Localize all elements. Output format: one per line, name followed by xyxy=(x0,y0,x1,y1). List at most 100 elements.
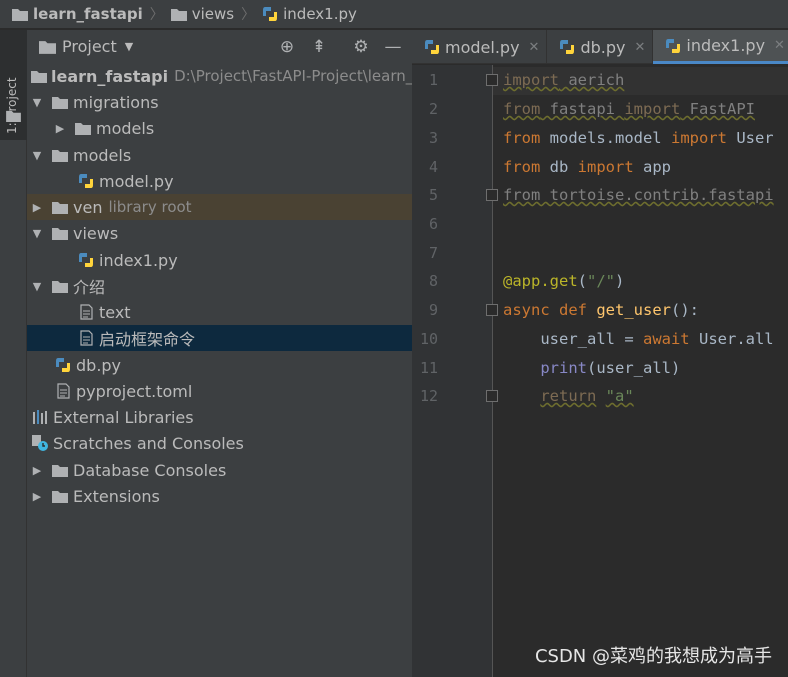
tree-item-model-py[interactable]: model.py xyxy=(27,168,412,194)
folder-icon xyxy=(51,461,69,479)
tree-item-extensions[interactable]: ▶ Extensions xyxy=(27,483,412,509)
code-line-1[interactable]: import aerich xyxy=(503,71,624,89)
python-file-icon xyxy=(77,251,95,269)
folder-icon xyxy=(12,8,28,21)
python-file-icon xyxy=(425,40,439,54)
tab-index1-py[interactable]: index1.py ✕ xyxy=(653,30,788,64)
breadcrumb: learn_fastapi 〉 views 〉 index1.py xyxy=(0,0,788,29)
fold-marker[interactable] xyxy=(486,189,498,201)
project-tool-label: 1: Project xyxy=(5,77,19,134)
python-file-icon xyxy=(77,172,95,190)
python-file-icon xyxy=(560,40,575,54)
editor-tabs: model.py ✕ db.py ✕ index1.py ✕ xyxy=(412,30,788,64)
close-icon[interactable]: ✕ xyxy=(529,40,540,55)
editor: model.py ✕ db.py ✕ index1.py ✕ 1 2 3 4 5… xyxy=(412,30,788,677)
folder-icon xyxy=(31,67,47,85)
folder-icon xyxy=(39,40,56,54)
code-line-5[interactable]: from tortoise.contrib.fastapi xyxy=(503,186,774,204)
tree-item-ven[interactable]: ▶ ven library root xyxy=(27,194,412,220)
tree-item-pyproject[interactable]: pyproject.toml xyxy=(27,378,412,404)
folder-icon xyxy=(6,110,21,122)
tool-window-strip: 1: Project xyxy=(0,30,27,677)
python-file-icon xyxy=(263,7,278,21)
tree-item-external-libraries[interactable]: External Libraries xyxy=(27,404,412,430)
code-line-9[interactable]: async def get_user(): xyxy=(503,301,699,319)
line-number: 10 xyxy=(419,330,438,348)
breadcrumb-item-index1[interactable]: index1.py xyxy=(262,5,357,23)
code-line-11[interactable]: print(user_all) xyxy=(503,359,680,377)
panel-title[interactable]: Project xyxy=(62,37,117,56)
text-file-icon xyxy=(77,303,95,321)
project-tool-tab[interactable]: 1: Project xyxy=(0,30,27,140)
line-number: 2 xyxy=(428,100,438,118)
expanded-arrow-icon[interactable]: ▼ xyxy=(31,280,43,293)
fold-guide xyxy=(492,65,493,677)
scratches-icon xyxy=(31,434,49,452)
folder-icon xyxy=(51,93,69,111)
tree-item-index1-py[interactable]: index1.py xyxy=(27,247,412,273)
code-line-3[interactable]: from models.model import User xyxy=(503,129,774,147)
tree-item-launch-commands[interactable]: 启动框架命令 xyxy=(27,325,412,351)
project-panel: Project ▼ ⊕ ⇞ ⚙ — learn_fastapi D:\Proje… xyxy=(27,30,436,677)
breadcrumb-separator: 〉 xyxy=(149,7,164,23)
code-line-4[interactable]: from db import app xyxy=(503,158,671,176)
expanded-arrow-icon[interactable]: ▼ xyxy=(31,96,43,109)
line-number: 5 xyxy=(428,186,438,204)
watermark: CSDN @菜鸡的我想成为高手 xyxy=(534,646,772,667)
collapsed-arrow-icon[interactable]: ▶ xyxy=(54,122,66,135)
tree-item-database-consoles[interactable]: ▶ Database Consoles xyxy=(27,457,412,483)
folder-icon xyxy=(51,487,69,505)
line-number: 6 xyxy=(428,215,438,233)
gear-icon[interactable]: ⚙ xyxy=(351,37,371,57)
tree-item-db-py[interactable]: db.py xyxy=(27,352,412,378)
tree-item-intro[interactable]: ▼ 介绍 xyxy=(27,273,412,299)
code-line-2[interactable]: from fastapi import FastAPI xyxy=(503,100,755,118)
code-line-10[interactable]: user_all = await User.all xyxy=(503,330,773,348)
tree-item-views[interactable]: ▼ views xyxy=(27,220,412,246)
hide-icon[interactable]: — xyxy=(383,37,403,57)
line-number: 12 xyxy=(419,387,438,405)
folder-icon xyxy=(51,277,69,295)
tree-item-migrations[interactable]: ▼ migrations xyxy=(27,89,412,115)
tree-item-learn-fastapi[interactable]: learn_fastapi D:\Project\FastAPI-Project… xyxy=(27,63,436,89)
tree-item-text[interactable]: text xyxy=(27,299,412,325)
line-number: 11 xyxy=(419,359,438,377)
expanded-arrow-icon[interactable]: ▼ xyxy=(31,149,43,162)
line-number: 9 xyxy=(428,301,438,319)
fold-marker[interactable] xyxy=(486,74,498,86)
collapsed-arrow-icon[interactable]: ▶ xyxy=(31,201,43,214)
text-file-icon xyxy=(54,382,72,400)
text-file-icon xyxy=(77,329,95,347)
tree-item-scratches[interactable]: Scratches and Consoles xyxy=(27,430,412,456)
view-dropdown-icon[interactable]: ▼ xyxy=(125,40,133,53)
expanded-arrow-icon[interactable]: ▼ xyxy=(31,227,43,240)
line-number: 8 xyxy=(428,272,438,290)
tree-item-models[interactable]: ▼ models xyxy=(27,142,412,168)
fold-marker[interactable] xyxy=(486,304,498,316)
python-file-icon xyxy=(54,356,72,374)
breadcrumb-item-learn-fastapi[interactable]: learn_fastapi xyxy=(12,5,143,23)
tab-db-py[interactable]: db.py ✕ xyxy=(547,30,654,64)
tab-model-py[interactable]: model.py ✕ xyxy=(412,30,548,64)
close-icon[interactable]: ✕ xyxy=(634,40,645,55)
folder-icon xyxy=(51,198,69,216)
folder-icon xyxy=(74,119,92,137)
library-icon xyxy=(31,408,49,426)
tree-item-migrations-models[interactable]: ▶ models xyxy=(27,115,412,141)
locate-icon[interactable]: ⊕ xyxy=(277,37,297,57)
collapsed-arrow-icon[interactable]: ▶ xyxy=(31,464,43,477)
fold-marker[interactable] xyxy=(486,390,498,402)
breadcrumb-separator: 〉 xyxy=(241,7,256,23)
code-line-12[interactable]: return "a" xyxy=(503,387,633,405)
folder-icon xyxy=(51,224,69,242)
code-line-8[interactable]: @app.get("/") xyxy=(503,272,624,290)
python-file-icon xyxy=(666,38,681,53)
close-icon[interactable]: ✕ xyxy=(774,38,785,53)
breadcrumb-item-views[interactable]: views xyxy=(170,5,234,23)
collapsed-arrow-icon[interactable]: ▶ xyxy=(31,490,43,503)
folder-icon xyxy=(170,8,187,21)
line-number: 1 xyxy=(428,71,438,89)
project-panel-header: Project ▼ ⊕ ⇞ ⚙ — xyxy=(27,30,412,63)
collapse-all-icon[interactable]: ⇞ xyxy=(309,37,329,57)
line-number: 3 xyxy=(428,129,438,147)
